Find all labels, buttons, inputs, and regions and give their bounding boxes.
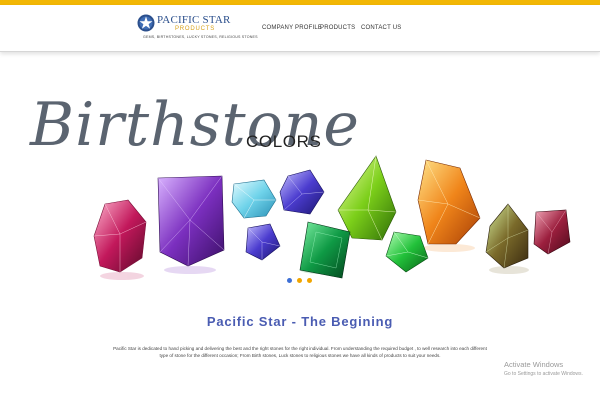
brand-name: PACIFIC STAR bbox=[157, 14, 231, 26]
sapphire-gem bbox=[245, 223, 281, 261]
amethyst-gem bbox=[157, 175, 225, 267]
site-logo[interactable]: PACIFIC STAR PRODUCTS GEMS, BIRTHSTONES,… bbox=[137, 12, 258, 50]
site-header: PACIFIC STAR PRODUCTS GEMS, BIRTHSTONES,… bbox=[0, 5, 600, 52]
hero-slider: Birthstone COLORS bbox=[0, 52, 600, 292]
watermark-title: Activate Windows bbox=[504, 360, 564, 369]
tsavorite-gem bbox=[385, 231, 429, 273]
nav-company-profile[interactable]: COMPANY PROFILE bbox=[262, 25, 322, 31]
emerald-gem bbox=[299, 221, 351, 279]
citrine-gem bbox=[417, 159, 481, 245]
brand-tagline: GEMS, BIRTHSTONES, LUCKY STONES, RELIGIO… bbox=[143, 35, 258, 39]
aquamarine-gem bbox=[231, 179, 277, 219]
brand-subname: PRODUCTS bbox=[175, 26, 216, 32]
peridot-gem bbox=[337, 155, 397, 241]
pink-tourmaline-gem bbox=[93, 199, 147, 273]
nav-contact-us[interactable]: CONTACT US bbox=[361, 25, 401, 31]
slider-dot-3[interactable] bbox=[307, 278, 312, 283]
slider-dot-2[interactable] bbox=[297, 278, 302, 283]
tanzanite-gem bbox=[279, 169, 325, 215]
smoky-quartz-gem bbox=[485, 203, 529, 269]
slider-pagination bbox=[286, 278, 316, 286]
star-globe-icon bbox=[137, 14, 155, 32]
rhodolite-gem bbox=[533, 209, 571, 255]
gemstone-image bbox=[93, 155, 571, 280]
nav-products[interactable]: PRODUCTS bbox=[320, 25, 355, 31]
section-title: Pacific Star - The Begining bbox=[206, 314, 394, 329]
watermark-subtitle: Go to Settings to activate Windows. bbox=[504, 371, 583, 377]
about-paragraph: Pacific Star is dedicated to hand pickin… bbox=[113, 346, 487, 358]
slider-dot-1[interactable] bbox=[287, 278, 292, 283]
windows-activation-watermark: Activate Windows Go to Settings to activ… bbox=[504, 360, 583, 377]
